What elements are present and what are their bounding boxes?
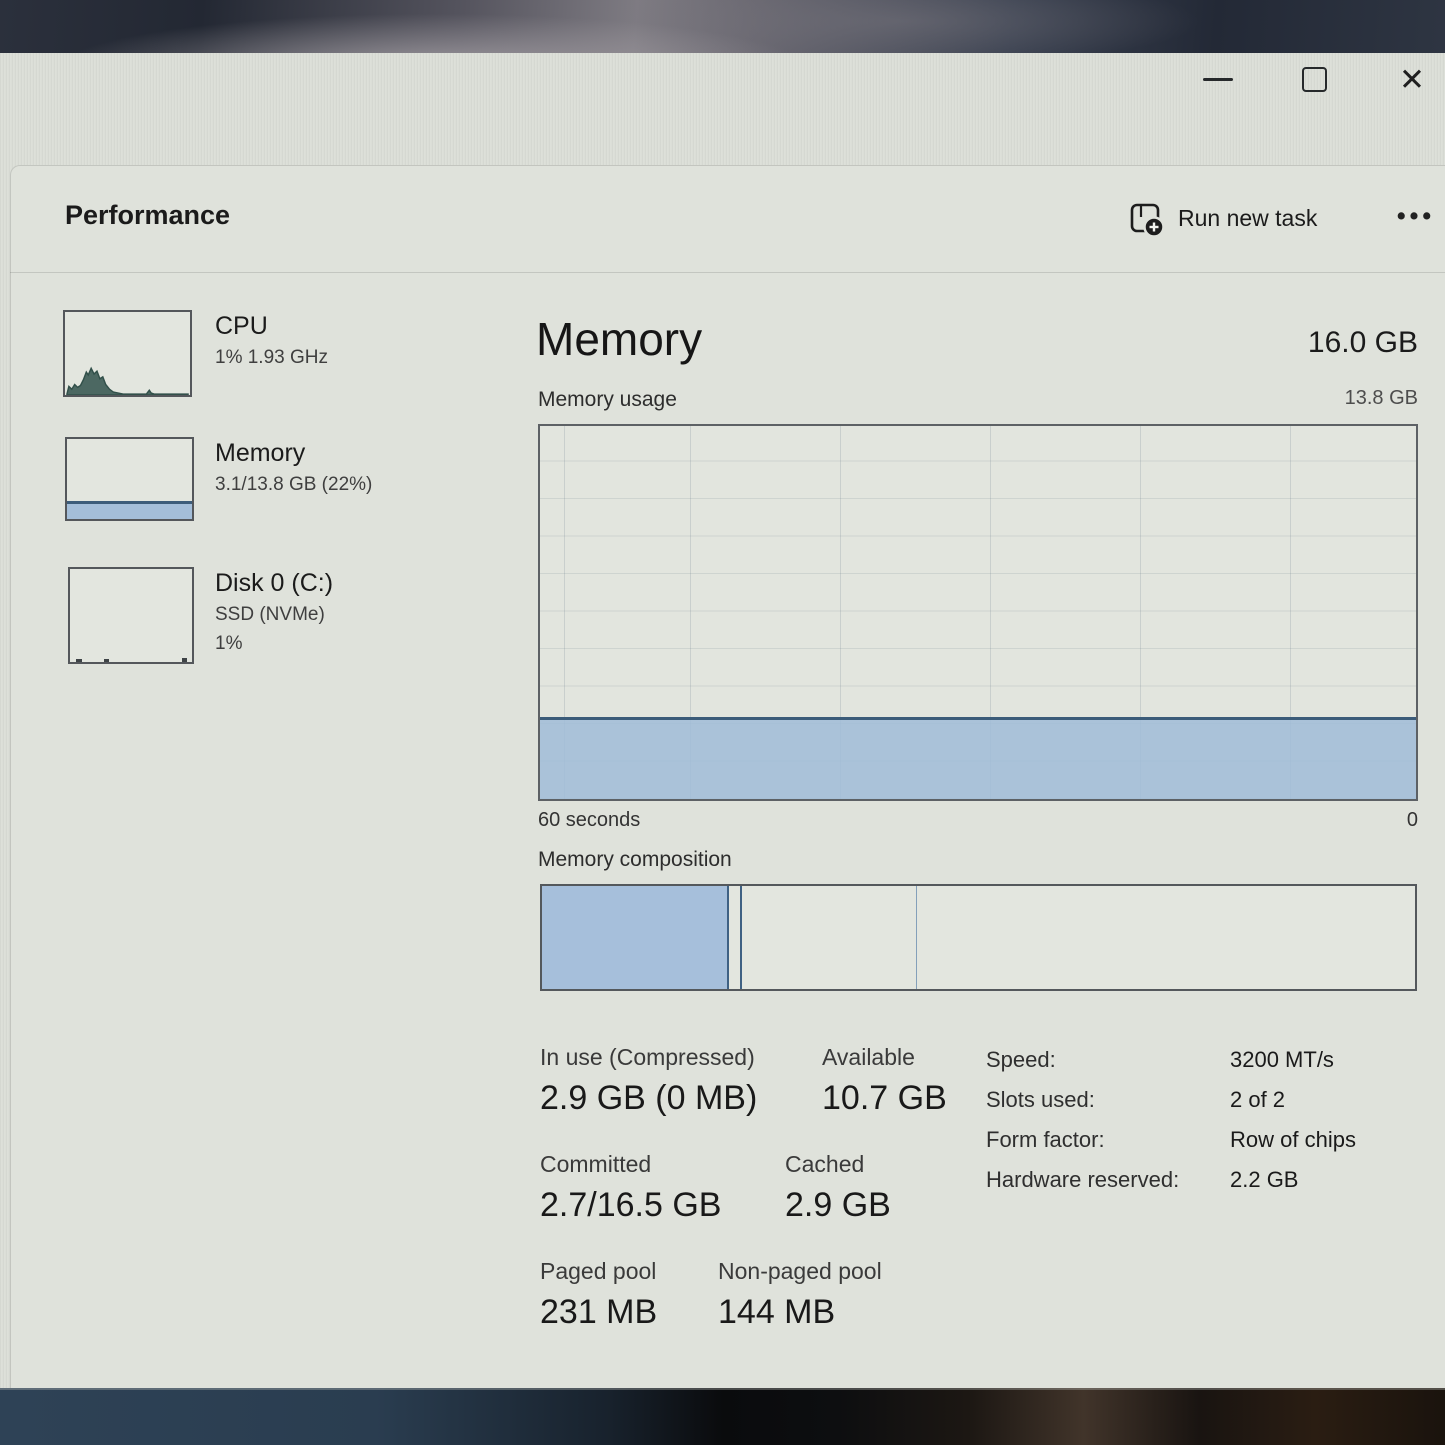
- disk-item-text: Disk 0 (C:) SSD (NVMe) 1%: [215, 567, 333, 658]
- composition-segment-standby: [742, 886, 917, 989]
- stat-in-use: In use (Compressed) 2.9 GB (0 MB): [540, 1044, 757, 1118]
- memory-usage-graph: [538, 424, 1418, 801]
- stat-committed-label: Committed: [540, 1151, 721, 1178]
- sidebar-item-cpu[interactable]: CPU 1% 1.93 GHz: [40, 310, 480, 410]
- memory-usage-fill: [540, 717, 1416, 799]
- run-new-task-button[interactable]: Run new task: [1120, 193, 1325, 243]
- stat-non-paged-pool-label: Non-paged pool: [718, 1258, 882, 1285]
- sidebar-item-disk0[interactable]: Disk 0 (C:) SSD (NVMe) 1%: [40, 567, 480, 687]
- memory-mini-fill: [67, 501, 192, 519]
- stat-paged-pool-label: Paged pool: [540, 1258, 657, 1285]
- memory-mini-chart: [65, 437, 194, 521]
- detail-form-factor-label: Form factor:: [986, 1125, 1230, 1154]
- stat-paged-pool: Paged pool 231 MB: [540, 1258, 657, 1332]
- detail-slots-value: 2 of 2: [1230, 1085, 1356, 1114]
- stat-available: Available 10.7 GB: [822, 1044, 947, 1118]
- close-icon: ✕: [1399, 64, 1425, 95]
- stat-cached-label: Cached: [785, 1151, 891, 1178]
- header-separator: [10, 272, 1445, 273]
- stat-committed: Committed 2.7/16.5 GB: [540, 1151, 721, 1225]
- stat-paged-pool-value: 231 MB: [540, 1293, 657, 1332]
- stat-available-label: Available: [822, 1044, 947, 1071]
- detail-hw-reserved-value: 2.2 GB: [1230, 1165, 1356, 1194]
- run-new-task-label: Run new task: [1178, 205, 1317, 232]
- composition-segment-in-use: [542, 886, 729, 989]
- detail-speed-value: 3200 MT/s: [1230, 1045, 1356, 1074]
- disk-activity-tick: [104, 659, 109, 662]
- cpu-item-text: CPU 1% 1.93 GHz: [215, 310, 328, 372]
- graph-x-axis-left: 60 seconds: [538, 809, 640, 832]
- hardware-details: Speed: 3200 MT/s Slots used: 2 of 2 Form…: [986, 1045, 1356, 1194]
- window-caption-controls: ✕: [1185, 58, 1445, 100]
- disk-item-type: SSD (NVMe): [215, 600, 333, 629]
- cpu-item-title: CPU: [215, 310, 328, 343]
- minimize-icon: [1203, 78, 1233, 81]
- cpu-item-stats: 1% 1.93 GHz: [215, 343, 328, 372]
- memory-usage-max: 13.8 GB: [1345, 387, 1418, 410]
- new-task-icon: [1128, 200, 1164, 236]
- stat-cached: Cached 2.9 GB: [785, 1151, 891, 1225]
- disk-item-usage: 1%: [215, 629, 333, 658]
- memory-page-title: Memory: [536, 312, 702, 366]
- detail-speed-label: Speed:: [986, 1045, 1230, 1074]
- disk-mini-chart: [68, 567, 194, 664]
- more-options-button[interactable]: •••: [1390, 193, 1442, 239]
- task-manager-window: ✕ Performance Run new task •••: [0, 53, 1445, 1390]
- detail-hw-reserved-label: Hardware reserved:: [986, 1165, 1230, 1194]
- cpu-history-sparkline: [65, 312, 190, 395]
- memory-composition-label: Memory composition: [538, 848, 732, 872]
- disk-activity-tick: [182, 658, 187, 662]
- desktop-wallpaper-top: [0, 0, 1445, 53]
- memory-item-text: Memory 3.1/13.8 GB (22%): [215, 437, 372, 499]
- memory-capacity: 16.0 GB: [1308, 326, 1418, 360]
- stat-in-use-label: In use (Compressed): [540, 1044, 757, 1071]
- stat-cached-value: 2.9 GB: [785, 1186, 891, 1225]
- disk-item-title: Disk 0 (C:): [215, 567, 333, 600]
- close-button[interactable]: ✕: [1379, 58, 1445, 100]
- detail-form-factor-value: Row of chips: [1230, 1125, 1356, 1154]
- stat-available-value: 10.7 GB: [822, 1079, 947, 1118]
- maximize-button[interactable]: [1281, 58, 1347, 100]
- disk-activity-tick: [76, 659, 82, 662]
- stat-non-paged-pool-value: 144 MB: [718, 1293, 882, 1332]
- memory-composition-bar: [540, 884, 1417, 991]
- sidebar-item-memory[interactable]: Memory 3.1/13.8 GB (22%): [40, 437, 480, 537]
- task-manager-screenshot: ✕ Performance Run new task •••: [0, 0, 1445, 1445]
- stat-committed-value: 2.7/16.5 GB: [540, 1186, 721, 1225]
- page-title: Performance: [65, 200, 230, 231]
- memory-usage-label: Memory usage: [538, 388, 677, 412]
- minimize-button[interactable]: [1185, 58, 1251, 100]
- detail-slots-label: Slots used:: [986, 1085, 1230, 1114]
- composition-segment-modified: [729, 886, 742, 989]
- graph-x-axis-right: 0: [1407, 809, 1418, 832]
- ellipsis-icon: •••: [1397, 202, 1435, 231]
- desktop-wallpaper-bottom: [0, 1388, 1445, 1445]
- memory-item-stats: 3.1/13.8 GB (22%): [215, 470, 372, 499]
- cpu-mini-chart: [63, 310, 192, 397]
- memory-item-title: Memory: [215, 437, 372, 470]
- stat-non-paged-pool: Non-paged pool 144 MB: [718, 1258, 882, 1332]
- stat-in-use-value: 2.9 GB (0 MB): [540, 1079, 757, 1118]
- composition-segment-free: [917, 886, 1415, 989]
- maximize-icon: [1302, 67, 1327, 92]
